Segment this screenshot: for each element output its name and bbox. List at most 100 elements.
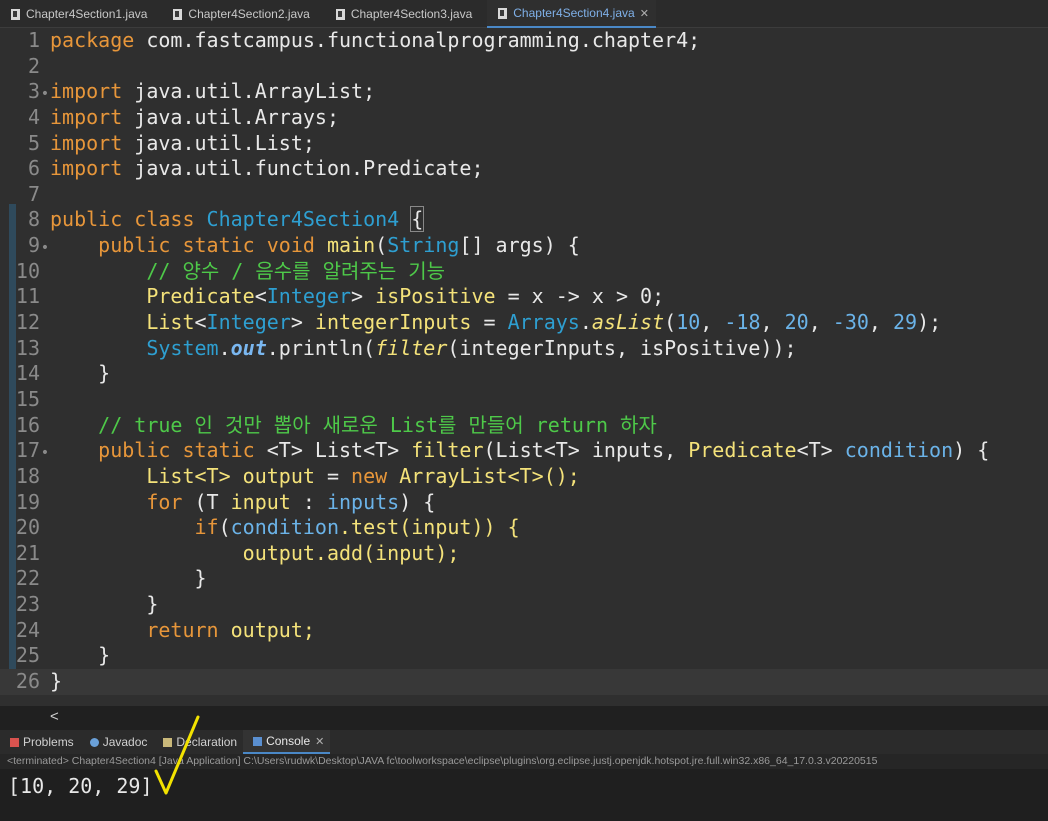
line-number: 24 (15, 617, 40, 642)
code-line: 11 Predicate<Integer> isPositive = x -> … (0, 284, 1048, 310)
field: out (230, 335, 267, 360)
close-icon[interactable]: ✕ (640, 7, 649, 20)
tab-chapter4section1[interactable]: Chapter4Section1.java (0, 0, 154, 28)
keyword: public static void (98, 233, 315, 258)
tab-chapter4section3[interactable]: Chapter4Section3.java (325, 0, 479, 28)
code-line: 19 for (T input : inputs) { (0, 490, 1048, 516)
number: 29 (893, 310, 918, 335)
type-name: List<T> (146, 463, 243, 488)
line-number: 23 (15, 592, 40, 617)
line-number: 6 (27, 156, 40, 181)
punct: = (471, 310, 508, 335)
variable: condition (230, 515, 340, 540)
code-line: 23 } (0, 592, 1048, 618)
code-line: 3•import java.util.ArrayList; (0, 79, 1048, 105)
method-name: filter (375, 335, 448, 360)
import-path: java.util.function.Predicate; (122, 156, 484, 181)
keyword: import (50, 79, 123, 104)
type-name: Predicate (688, 438, 797, 463)
line-number: 21 (15, 540, 40, 565)
class-name: Arrays (507, 310, 580, 335)
line-number: 5 (27, 130, 40, 155)
variable: output; (218, 617, 315, 642)
line-number: 26 (15, 669, 40, 694)
java-file-icon (173, 8, 183, 20)
variable: integerInputs (302, 310, 472, 335)
checkmark-stroke (154, 715, 200, 795)
tab-label: Chapter4Section1.java (26, 7, 148, 21)
brace: { (410, 206, 425, 233)
line-number: 8 (27, 207, 40, 232)
code-line: 5 import java.util.List; (0, 131, 1048, 157)
brace: } (194, 566, 207, 591)
close-icon[interactable]: ✕ (315, 735, 324, 748)
tab-label: Javadoc (102, 735, 148, 749)
number: -30 (832, 310, 869, 335)
line-number: 3 (27, 79, 40, 104)
code-editor[interactable]: 1 package com.fastcampus.functionalprogr… (0, 28, 1048, 706)
editor-tab-bar: Chapter4Section1.java Chapter4Section2.j… (0, 0, 1048, 28)
comment: 를 만들어 (438, 412, 536, 437)
import-path: java.util.ArrayList; (122, 79, 376, 104)
line-number: 19 (15, 489, 40, 514)
statement: output.add(input); (242, 540, 460, 565)
variable: output (242, 463, 315, 488)
keyword: public static (98, 438, 255, 463)
line-number: 10 (15, 258, 40, 283)
method-call: .test(input)) { (339, 515, 520, 540)
code-lines: 1 package com.fastcampus.functionalprogr… (0, 28, 1048, 695)
keyword: for (146, 489, 183, 514)
punct: ( (375, 233, 388, 258)
import-path: java.util.List; (122, 130, 315, 155)
tab-chapter4section2[interactable]: Chapter4Section2.java (162, 0, 316, 28)
method-name: filter (411, 438, 484, 463)
keyword: package (50, 28, 135, 52)
variable: isPositive (363, 284, 496, 309)
comment: List (389, 412, 439, 437)
comment: return (535, 412, 608, 437)
punct: (T (182, 489, 231, 514)
lambda: = x -> x > 0; (495, 284, 665, 309)
line-number: 25 (15, 643, 40, 668)
tab-problems[interactable]: Problems (0, 730, 80, 754)
code-line: 14 } (0, 361, 1048, 387)
tab-label: Chapter4Section4.java (513, 6, 635, 20)
line-number: 14 (15, 361, 40, 386)
line-number: 4 (27, 104, 40, 129)
type-name: List (146, 310, 195, 335)
code-line: 24 return output; (0, 618, 1048, 644)
param-name: condition (844, 438, 954, 463)
comment: 하자 (607, 412, 657, 437)
chevron-left-icon[interactable]: < (50, 708, 59, 725)
line-number: 9 (27, 233, 40, 258)
comment: // 양수 / 음수를 알려주는 기능 (146, 258, 446, 283)
keyword: import (50, 156, 123, 181)
code-line-current: 26 } (0, 669, 1048, 695)
tab-chapter4section4[interactable]: Chapter4Section4.java ✕ (487, 0, 656, 28)
method-call: .println( (266, 335, 376, 360)
punct: ( (218, 515, 231, 540)
console-output: [10, 20, 29] (8, 774, 153, 798)
type-name: String (387, 233, 460, 258)
java-file-icon (11, 8, 20, 20)
code-line: 2 (0, 54, 1048, 80)
tab-label: Chapter4Section3.java (350, 7, 473, 21)
code-line: 17• public static <T> List<T> filter(Lis… (0, 438, 1048, 464)
brace: } (50, 669, 63, 694)
tab-console[interactable]: Console ✕ (243, 730, 331, 754)
args: (integerInputs, isPositive)); (447, 335, 797, 360)
variable: input (230, 489, 291, 514)
params: (List<T> inputs, (483, 438, 689, 463)
code-line: 21 output.add(input); (0, 541, 1048, 567)
comment: 인 것만 뽑아 새로운 (182, 412, 390, 437)
code-line: 16 // true 인 것만 뽑아 새로운 List를 만들어 return … (0, 413, 1048, 439)
type-name: Integer (206, 310, 291, 335)
code-line: 18 List<T> output = new ArrayList<T>(); (0, 464, 1048, 490)
code-line: 7 (0, 182, 1048, 208)
code-line: 8 public class Chapter4Section4 { (0, 206, 1048, 233)
constructor: ArrayList<T>(); (387, 463, 580, 488)
tab-javadoc[interactable]: Javadoc (80, 730, 154, 754)
line-number: 12 (15, 310, 40, 335)
keyword: if (194, 515, 219, 540)
method-name: asList (591, 310, 665, 335)
